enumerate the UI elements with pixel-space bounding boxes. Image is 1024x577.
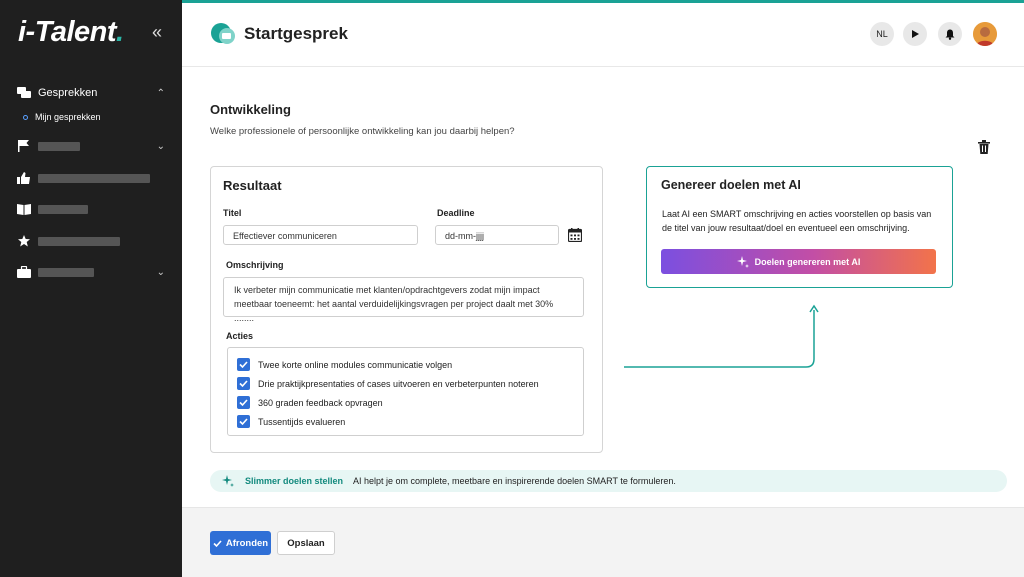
action-label: Drie praktijkpresentaties of cases uitvo… <box>258 378 539 389</box>
action-item[interactable]: Drie praktijkpresentaties of cases uitvo… <box>237 377 539 390</box>
redacted-label <box>38 267 94 277</box>
sparkle-icon <box>736 255 749 268</box>
connector-arrow <box>624 304 819 368</box>
result-card: Resultaat Titel Effectiever communiceren… <box>210 166 603 453</box>
book-icon <box>17 204 31 215</box>
chevron-down-icon: ⌄ <box>156 266 165 278</box>
page-title: Startgesprek <box>244 24 348 43</box>
trash-icon[interactable] <box>978 140 990 154</box>
sparkle-icon <box>222 475 234 487</box>
deadline-label: Deadline <box>437 208 475 218</box>
sidebar-item-hidden-2[interactable] <box>17 169 167 187</box>
action-label: Tussentijds evalueren <box>258 416 346 427</box>
sidebar-item-gesprekken[interactable]: Gesprekken ⌃ <box>17 84 167 102</box>
generate-ai-button[interactable]: Doelen genereren met AI <box>661 249 936 274</box>
ai-card: Genereer doelen met AI Laat AI een SMART… <box>646 166 953 288</box>
generate-ai-button-label: Doelen genereren met AI <box>754 256 861 267</box>
ai-card-text-line: Laat AI een SMART omschrijving en acties… <box>662 209 932 219</box>
play-icon <box>912 30 919 38</box>
checkbox-checked-icon[interactable] <box>237 396 250 409</box>
deadline-input[interactable]: dd-mm-jjjj <box>435 225 559 245</box>
check-icon <box>213 539 222 547</box>
avatar[interactable] <box>973 22 997 46</box>
logo: i-Talent. <box>18 16 124 48</box>
sidebar-item-hidden-4[interactable] <box>17 232 167 250</box>
action-item[interactable]: 360 graden feedback opvragen <box>237 396 383 409</box>
acties-label: Acties <box>226 331 254 341</box>
sidebar-subitem-label: Mijn gesprekken <box>35 112 101 122</box>
bell-icon <box>945 29 955 40</box>
user-avatar-icon <box>973 22 997 46</box>
language-button[interactable]: NL <box>870 22 894 46</box>
star-icon <box>18 235 30 247</box>
action-label: 360 graden feedback opvragen <box>258 397 383 408</box>
info-banner: Slimmer doelen stellen AI helpt je om co… <box>210 470 1007 492</box>
section-title: Ontwikkeling <box>210 102 291 117</box>
sidebar-item-label: Gesprekken <box>38 87 98 99</box>
flag-icon <box>18 140 29 152</box>
sidebar: i-Talent. « Gesprekken ⌃ Mijn gesprekken… <box>0 0 182 577</box>
sidebar-item-mijn-gesprekken[interactable]: Mijn gesprekken <box>23 112 101 122</box>
redacted-label <box>38 141 80 151</box>
redacted-label <box>38 204 88 214</box>
ai-card-title: Genereer doelen met AI <box>661 178 801 192</box>
double-chevron-left-icon[interactable]: « <box>152 22 162 43</box>
ai-card-text: Laat AI een SMART omschrijving en acties… <box>662 207 947 235</box>
footer: Afronden Opslaan <box>182 507 1024 577</box>
checkbox-checked-icon[interactable] <box>237 415 250 428</box>
omschrijving-textarea[interactable]: Ik verbeter mijn communicatie met klante… <box>223 277 584 323</box>
thumbs-up-icon <box>17 172 30 184</box>
titel-input[interactable]: Effectiever communiceren <box>223 225 418 245</box>
bullet-icon <box>23 114 28 120</box>
header: Startgesprek NL <box>182 3 1024 67</box>
omschrijving-line: Ik verbeter mijn communicatie met klante… <box>234 285 540 295</box>
result-card-title: Resultaat <box>223 178 282 193</box>
chevron-up-icon: ⌃ <box>156 87 165 99</box>
briefcase-icon <box>17 266 31 278</box>
action-item[interactable]: Twee korte online modules communicatie v… <box>237 358 452 371</box>
calendar-icon[interactable] <box>568 228 582 242</box>
chat-bubble-icon <box>211 23 235 44</box>
afronden-button[interactable]: Afronden <box>210 531 271 555</box>
checkbox-checked-icon[interactable] <box>237 377 250 390</box>
notifications-button[interactable] <box>938 22 962 46</box>
section-question: Welke professionele of persoonlijke ontw… <box>210 126 515 137</box>
chat-icon <box>17 87 31 98</box>
banner-text: AI helpt je om complete, meetbare en ins… <box>353 476 676 486</box>
checkbox-checked-icon[interactable] <box>237 358 250 371</box>
play-button[interactable] <box>903 22 927 46</box>
banner-title: Slimmer doelen stellen <box>245 476 344 486</box>
opslaan-button[interactable]: Opslaan <box>277 531 335 555</box>
omschrijving-label: Omschrijving <box>226 260 284 270</box>
afronden-button-label: Afronden <box>225 537 269 549</box>
actions-list: Twee korte online modules communicatie v… <box>227 347 584 436</box>
titel-label: Titel <box>223 208 242 218</box>
sidebar-item-hidden-3[interactable] <box>17 200 167 218</box>
omschrijving-line: meetbaar toeneemt: het aantal verduideli… <box>234 299 554 323</box>
redacted-label <box>38 236 120 246</box>
redacted-label <box>38 173 150 183</box>
action-label: Twee korte online modules communicatie v… <box>258 359 453 370</box>
chevron-down-icon: ⌄ <box>156 140 165 152</box>
action-item[interactable]: Tussentijds evalueren <box>237 415 345 428</box>
ai-card-text-line: de titel van jouw resultaat/doel en even… <box>662 223 910 233</box>
sidebar-item-hidden-1[interactable]: ⌄ <box>17 137 167 155</box>
sidebar-item-hidden-5[interactable]: ⌄ <box>17 263 167 281</box>
